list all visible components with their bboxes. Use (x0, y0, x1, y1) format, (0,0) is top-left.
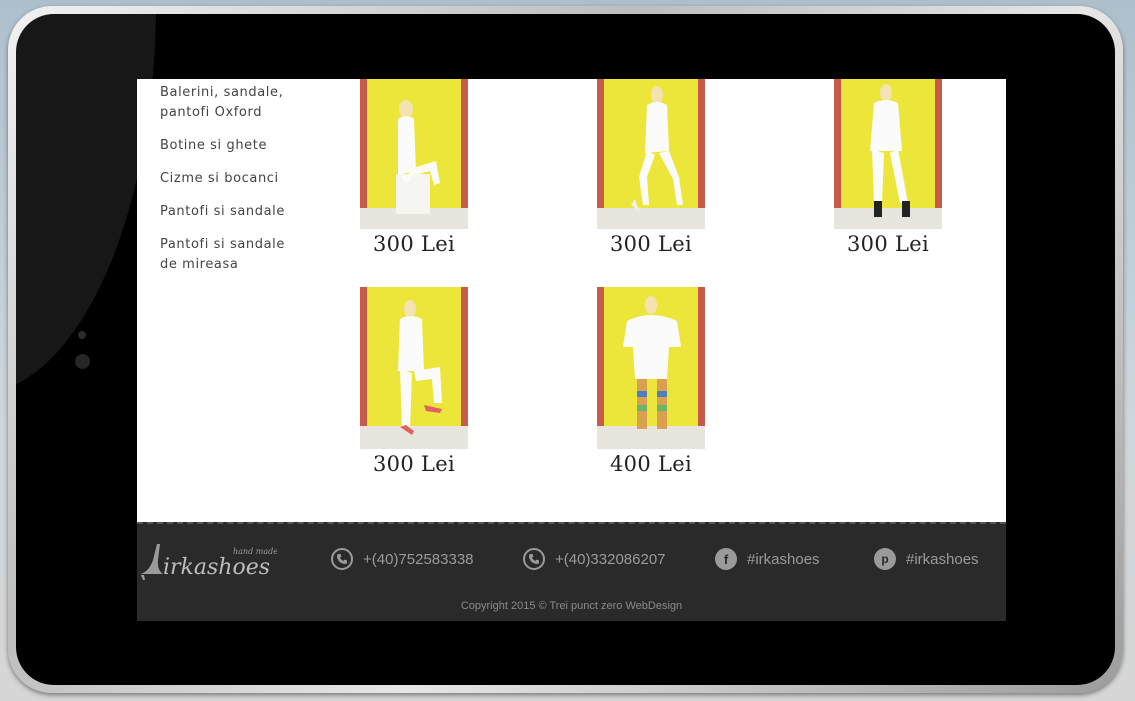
facebook-icon: f (715, 548, 737, 570)
category-pantofi[interactable]: Pantofi si sandale (160, 202, 290, 222)
product-card[interactable]: 300 Lei (360, 287, 468, 476)
product-photo[interactable] (360, 287, 468, 449)
facebook-handle: #irkashoes (747, 550, 820, 568)
bezel-glare (16, 14, 156, 394)
category-sidebar: Balerini, sandale, pantofi Oxford Botine… (160, 83, 290, 288)
site-footer: irkashoes hand made +(40)752583338 +(40)… (137, 522, 1006, 621)
product-photo[interactable] (834, 79, 942, 229)
category-mireasa[interactable]: Pantofi si sandale de mireasa (160, 235, 290, 275)
high-heel-logo-icon: irkashoes hand made (140, 544, 278, 580)
phone-contact-1[interactable]: +(40)752583338 (331, 547, 474, 571)
product-card[interactable]: 300 Lei (597, 79, 705, 256)
pinterest-handle: #irkashoes (906, 550, 979, 568)
web-page-screen: Balerini, sandale, pantofi Oxford Botine… (137, 79, 1006, 621)
product-price: 300 Lei (373, 452, 455, 476)
pinterest-icon: p (874, 548, 896, 570)
product-card[interactable]: 400 Lei (597, 287, 705, 476)
category-botine[interactable]: Botine si ghete (160, 136, 290, 156)
phone-number: +(40)332086207 (555, 550, 666, 568)
phone-contact-2[interactable]: +(40)332086207 (523, 547, 666, 571)
product-photo[interactable] (597, 287, 705, 449)
product-photo[interactable] (597, 79, 705, 229)
facebook-link[interactable]: f #irkashoes (715, 547, 820, 571)
svg-text:irkashoes: irkashoes (163, 555, 270, 580)
irkashoes-logo[interactable]: irkashoes hand made (137, 540, 278, 582)
phone-icon (523, 548, 545, 570)
category-cizme[interactable]: Cizme si bocanci (160, 169, 290, 189)
copyright-text: Copyright 2015 © Trei punct zero WebDesi… (460, 600, 683, 612)
product-photo[interactable] (360, 79, 468, 229)
product-price: 400 Lei (610, 452, 692, 476)
phone-icon (331, 548, 353, 570)
product-price: 300 Lei (847, 232, 929, 256)
sensor-dot (78, 331, 86, 339)
product-price: 300 Lei (610, 232, 692, 256)
pinterest-link[interactable]: p #irkashoes (874, 547, 979, 571)
svg-text:hand made: hand made (233, 547, 277, 556)
phone-number: +(40)752583338 (363, 550, 474, 568)
camera-dot (75, 354, 90, 369)
product-card[interactable]: 300 Lei (834, 79, 942, 256)
product-price: 300 Lei (373, 232, 455, 256)
product-card[interactable]: 300 Lei (360, 79, 468, 256)
category-balerini[interactable]: Balerini, sandale, pantofi Oxford (160, 83, 290, 123)
